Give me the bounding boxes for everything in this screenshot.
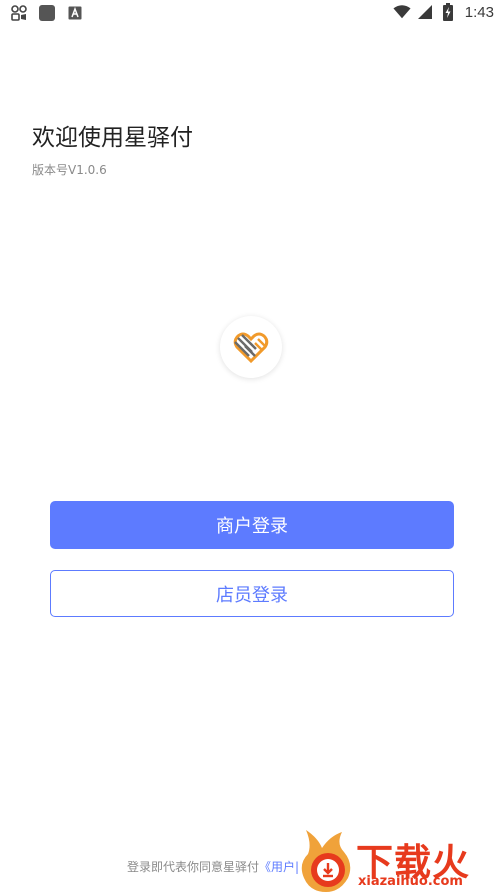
user-agreement-link[interactable]: 《用户| bbox=[259, 860, 299, 874]
clerk-login-button[interactable]: 店员登录 bbox=[50, 570, 454, 617]
watermark: 下载火 xiazaihuo.com bbox=[298, 826, 504, 896]
battery-charging-icon bbox=[439, 3, 457, 21]
status-right-icons: 1:43 bbox=[393, 3, 494, 21]
status-time: 1:43 bbox=[464, 3, 494, 21]
welcome-title: 欢迎使用星驿付 bbox=[32, 125, 193, 151]
xingyifu-logo-icon bbox=[233, 332, 269, 364]
status-left-icons bbox=[10, 4, 84, 22]
agreement-prefix: 登录即代表你同意星驿付 bbox=[127, 860, 260, 874]
app-notification-icon bbox=[10, 4, 28, 22]
flame-logo-icon bbox=[301, 830, 351, 892]
version-label: 版本号V1.0.6 bbox=[32, 163, 107, 177]
agreement-text: 登录即代表你同意星驿付《用户| bbox=[127, 858, 299, 875]
merchant-login-button[interactable]: 商户登录 bbox=[50, 501, 454, 549]
watermark-url: xiazaihuo.com bbox=[358, 874, 463, 889]
text-a-icon bbox=[66, 4, 84, 22]
app-square-icon bbox=[38, 4, 56, 22]
app-logo bbox=[220, 316, 282, 378]
status-bar: 1:43 bbox=[0, 0, 504, 26]
wifi-icon bbox=[393, 3, 411, 21]
signal-icon bbox=[416, 3, 434, 21]
login-screen: 1:43 欢迎使用星驿付 版本号V1.0.6 商户登录 店员登录 登录即代表你同… bbox=[0, 0, 504, 896]
